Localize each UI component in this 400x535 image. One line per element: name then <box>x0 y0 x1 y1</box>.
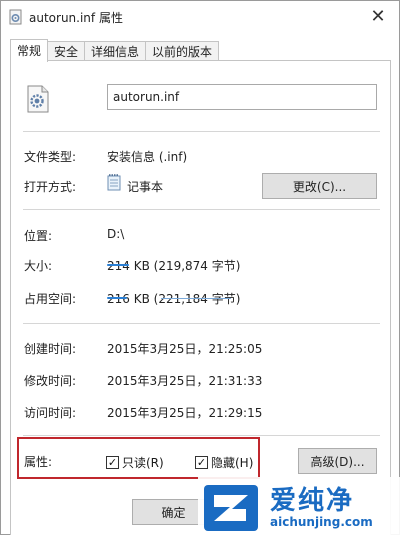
attributes-highlight <box>17 437 260 479</box>
change-button[interactable]: 更改(C)... <box>262 173 377 199</box>
divider <box>23 131 380 132</box>
accessed-label: 访问时间: <box>24 406 77 420</box>
tab-general[interactable]: 常规 <box>10 39 49 62</box>
created-label: 创建时间: <box>24 342 77 356</box>
divider <box>23 323 380 324</box>
file-name-input[interactable] <box>107 84 377 110</box>
created-value: 2015年3月25日，21:25:05 <box>107 342 263 356</box>
watermark: 爱纯净 aichunjing.com <box>198 477 400 535</box>
watermark-text: 爱纯净 <box>270 486 355 516</box>
notepad-icon <box>107 174 121 191</box>
divider <box>23 435 380 436</box>
brand-logo-icon <box>204 485 258 531</box>
modified-label: 修改时间: <box>24 374 77 388</box>
open-with-value: 记事本 <box>127 180 164 194</box>
size-label: 大小: <box>24 259 53 273</box>
file-type-value: 安装信息 (.inf) <box>107 150 188 164</box>
watermark-url: aichunjing.com <box>270 515 373 529</box>
close-button[interactable]: ✕ <box>363 3 393 29</box>
accessed-value: 2015年3月25日，21:29:15 <box>107 406 263 420</box>
scribble-mark <box>107 264 129 266</box>
tab-strip: 常规 安全 详细信息 以前的版本 <box>10 39 220 62</box>
advanced-button[interactable]: 高级(D)... <box>298 448 377 474</box>
open-with-label: 打开方式: <box>24 180 77 194</box>
file-type-label: 文件类型: <box>24 150 77 164</box>
scribble-mark <box>107 297 127 299</box>
tab-details[interactable]: 详细信息 <box>84 41 147 62</box>
scribble-mark <box>161 298 231 299</box>
size-on-disk-label: 占用空间: <box>24 292 77 306</box>
title-bar: autorun.inf 属性 ✕ <box>1 1 399 33</box>
file-settings-icon <box>27 85 49 113</box>
location-label: 位置: <box>24 229 53 243</box>
window-title: autorun.inf 属性 <box>29 11 123 25</box>
properties-window: autorun.inf 属性 ✕ 常规 安全 详细信息 以前的版本 文件类型: … <box>0 0 400 535</box>
close-icon: ✕ <box>370 5 386 27</box>
file-settings-icon <box>9 9 22 25</box>
tab-previous-versions[interactable]: 以前的版本 <box>145 41 220 62</box>
location-value: D:\ <box>107 227 125 241</box>
divider <box>23 209 380 210</box>
modified-value: 2015年3月25日，21:31:33 <box>107 374 263 388</box>
tab-security[interactable]: 安全 <box>47 41 86 62</box>
